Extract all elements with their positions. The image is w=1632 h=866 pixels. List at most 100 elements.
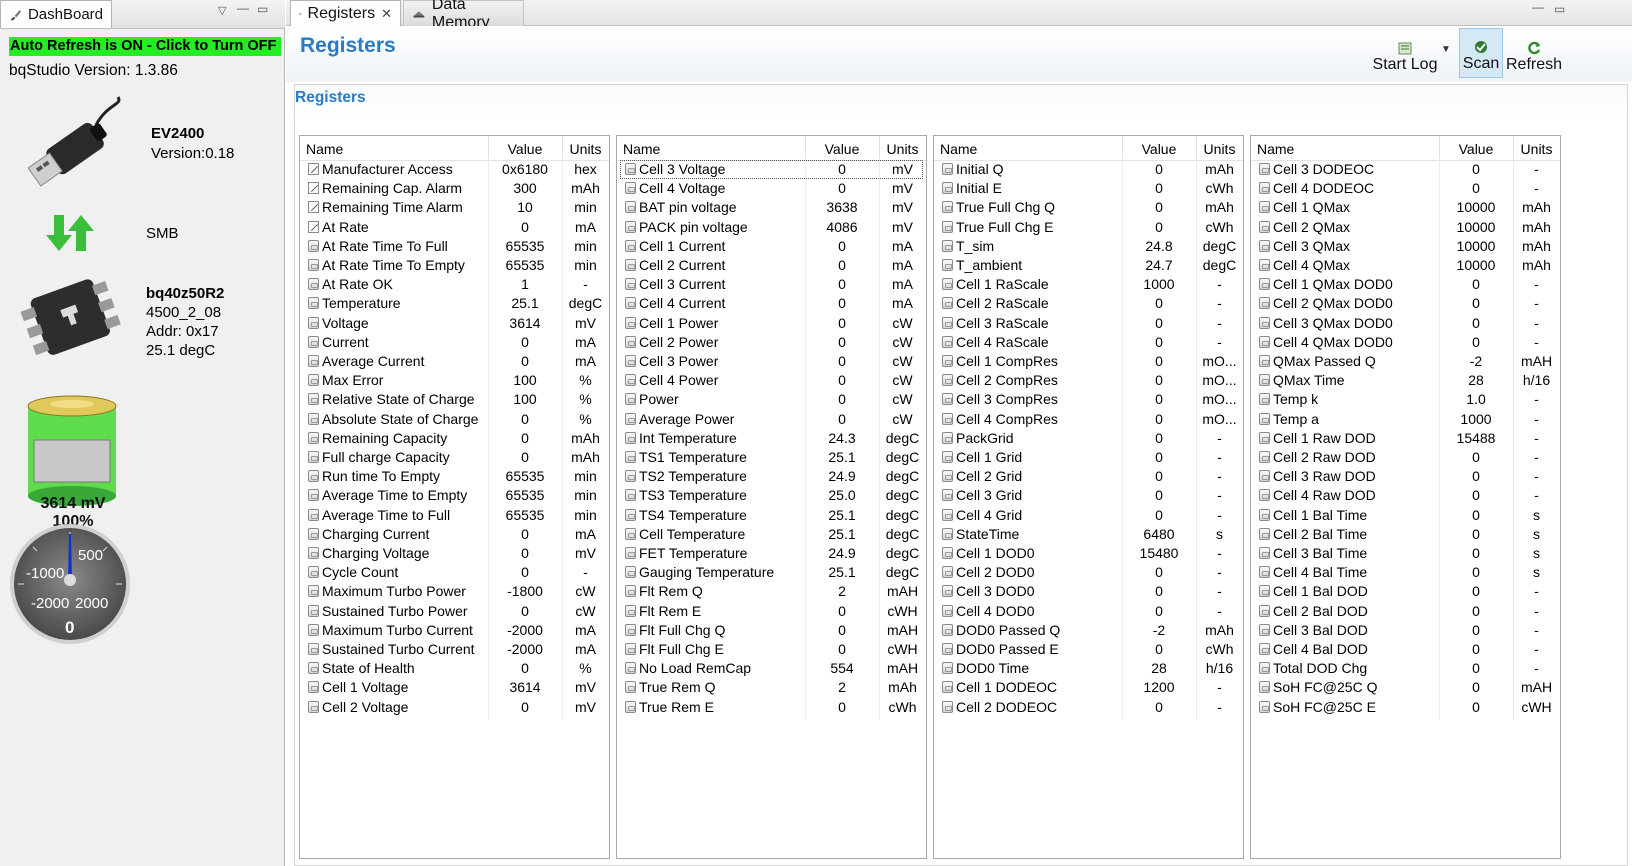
column-header-value[interactable]: Value (488, 141, 562, 157)
table-row[interactable]: Cell 3 QMax 10000 mAh (1251, 237, 1560, 256)
table-row[interactable]: Average Time to Empty 65535 min (300, 486, 609, 505)
table-row[interactable]: Temp k 1.0 - (1251, 390, 1560, 409)
table-row[interactable]: Cell 1 Bal DOD 0 - (1251, 582, 1560, 601)
table-row[interactable]: Cell 3 Power 0 cW (617, 352, 926, 371)
table-row[interactable]: At Rate 0 mA (300, 218, 609, 237)
table-row[interactable]: Cell 4 Grid 0 - (934, 506, 1243, 525)
table-row[interactable]: Cell 2 DOD0 0 - (934, 563, 1243, 582)
table-row[interactable]: Initial Q 0 mAh (934, 160, 1243, 179)
refresh-button[interactable]: Refresh (1505, 28, 1563, 78)
table-row[interactable]: Cycle Count 0 - (300, 563, 609, 582)
table-row[interactable]: Flt Rem Q 2 mAH (617, 582, 926, 601)
table-row[interactable]: Temp a 1000 - (1251, 410, 1560, 429)
table-row[interactable]: Average Time to Full 65535 min (300, 506, 609, 525)
table-row[interactable]: Cell 2 RaScale 0 - (934, 294, 1243, 313)
table-row[interactable]: Cell 4 QMax DOD0 0 - (1251, 333, 1560, 352)
table-row[interactable]: SoH FC@25C Q 0 mAH (1251, 678, 1560, 697)
table-row[interactable]: Max Error 100% (300, 371, 609, 390)
register-value[interactable]: 0x6180 (488, 161, 562, 177)
table-row[interactable]: True Full Chg E 0 cWh (934, 218, 1243, 237)
table-row[interactable]: Sustained Turbo Power 0 cW (300, 602, 609, 621)
register-table-1[interactable]: Name Value Units Manufacturer Access 0x6180 h… (299, 135, 610, 859)
table-row[interactable]: Cell 1 QMax 10000 mAh (1251, 198, 1560, 217)
table-row[interactable]: True Rem Q 2 mAh (617, 678, 926, 697)
maximize-icon[interactable]: ▭ (257, 2, 268, 16)
column-header-units[interactable]: Units (1513, 141, 1560, 157)
table-row[interactable]: Cell 2 DODEOC 0 - (934, 698, 1243, 717)
table-row[interactable]: Remaining Capacity 0 mAh (300, 429, 609, 448)
table-row[interactable]: DOD0 Passed E 0 cWh (934, 640, 1243, 659)
table-row[interactable]: Remaining Cap. Alarm 300 mAh (300, 179, 609, 198)
table-row[interactable]: Absolute State of Charge 0% (300, 410, 609, 429)
table-row[interactable]: Cell 1 Raw DOD 15488 - (1251, 429, 1560, 448)
table-row[interactable]: Remaining Time Alarm 10 min (300, 198, 609, 217)
column-header-value[interactable]: Value (1122, 141, 1196, 157)
table-row[interactable]: Cell 4 Current 0 mA (617, 294, 926, 313)
table-row[interactable]: PACK pin voltage 4086 mV (617, 218, 926, 237)
table-row[interactable]: Cell 4 Bal Time 0 s (1251, 563, 1560, 582)
register-value[interactable]: 10 (488, 199, 562, 215)
table-row[interactable]: Cell 1 Grid 0 - (934, 448, 1243, 467)
table-row[interactable]: State of Health 0% (300, 659, 609, 678)
table-row[interactable]: Cell 3 Bal DOD 0 - (1251, 621, 1560, 640)
table-row[interactable]: Cell 2 QMax DOD0 0 - (1251, 294, 1560, 313)
table-row[interactable]: Cell 1 Current 0 mA (617, 237, 926, 256)
column-header-name[interactable]: Name (1257, 141, 1294, 157)
register-table-4[interactable]: Name Value Units Cell 3 DODEOC 0- Cell 4 DODE… (1250, 135, 1561, 859)
table-row[interactable]: Cell 2 CompRes 0 mO... (934, 371, 1243, 390)
column-header-name[interactable]: Name (940, 141, 977, 157)
table-row[interactable]: TS2 Temperature 24.9 degC (617, 467, 926, 486)
column-header-name[interactable]: Name (623, 141, 660, 157)
column-header-units[interactable]: Units (562, 141, 609, 157)
table-row[interactable]: T_ambient 24.7 degC (934, 256, 1243, 275)
table-row[interactable]: Temperature 25.1 degC (300, 294, 609, 313)
table-row[interactable]: Gauging Temperature 25.1 degC (617, 563, 926, 582)
column-header-units[interactable]: Units (879, 141, 926, 157)
table-row[interactable]: Cell 4 Raw DOD 0 - (1251, 486, 1560, 505)
table-row[interactable]: Cell 4 Bal DOD 0 - (1251, 640, 1560, 659)
table-row[interactable]: Cell 4 DODEOC 0 - (1251, 179, 1560, 198)
table-row[interactable]: Cell 4 Voltage 0 mV (617, 179, 926, 198)
table-row[interactable]: Full charge Capacity 0 mAh (300, 448, 609, 467)
table-row[interactable]: Initial E 0 cWh (934, 179, 1243, 198)
table-row[interactable]: Cell 2 Raw DOD 0 - (1251, 448, 1560, 467)
table-row[interactable]: DOD0 Time 28 h/16 (934, 659, 1243, 678)
table-row[interactable]: Cell 4 DOD0 0 - (934, 602, 1243, 621)
table-row[interactable]: Voltage 3614 mV (300, 314, 609, 333)
register-table-3[interactable]: Name Value Units Initial Q 0 mAh Initial E 0 cWh… (933, 135, 1244, 859)
table-row[interactable]: Cell 3 Bal Time 0 s (1251, 544, 1560, 563)
table-row[interactable]: Cell 3 DOD0 0 - (934, 582, 1243, 601)
column-header-value[interactable]: Value (805, 141, 879, 157)
minimize-icon[interactable]: — (237, 1, 249, 15)
table-row[interactable]: Cell 1 Power 0 cW (617, 314, 926, 333)
table-row[interactable]: DOD0 Passed Q -2 mAh (934, 621, 1243, 640)
scan-button[interactable]: Scan (1459, 28, 1503, 78)
table-row[interactable]: TS4 Temperature 25.1 degC (617, 506, 926, 525)
table-row[interactable]: At Rate OK 1 - (300, 275, 609, 294)
table-row[interactable]: At Rate Time To Full 65535 min (300, 237, 609, 256)
table-row[interactable]: Charging Voltage 0 mV (300, 544, 609, 563)
column-header-name[interactable]: Name (306, 141, 343, 157)
table-row[interactable]: True Rem E 0 cWh (617, 698, 926, 717)
table-row[interactable]: Cell 3 DODEOC 0 - (1251, 160, 1560, 179)
table-row[interactable]: Current 0 mA (300, 333, 609, 352)
table-row[interactable]: Flt Full Chg Q 0 mAH (617, 621, 926, 640)
table-row[interactable]: At Rate Time To Empty 65535 min (300, 256, 609, 275)
table-row[interactable]: Charging Current 0 mA (300, 525, 609, 544)
table-row[interactable]: Cell 2 QMax 10000 mAh (1251, 218, 1560, 237)
start-log-button[interactable]: Start Log (1361, 28, 1449, 78)
table-row[interactable]: QMax Time 28 h/16 (1251, 371, 1560, 390)
table-row[interactable]: Total DOD Chg 0 - (1251, 659, 1560, 678)
table-row[interactable]: Cell 1 CompRes 0 mO... (934, 352, 1243, 371)
table-row[interactable]: SoH FC@25C E 0 cWH (1251, 698, 1560, 717)
register-value[interactable]: 0 (488, 219, 562, 235)
table-row[interactable]: Cell 3 CompRes 0 mO... (934, 390, 1243, 409)
column-header-value[interactable]: Value (1439, 141, 1513, 157)
table-row[interactable]: Cell 1 QMax DOD0 0 - (1251, 275, 1560, 294)
close-icon[interactable]: ✕ (381, 6, 392, 22)
table-row[interactable]: Relative State of Charge 100% (300, 390, 609, 409)
table-row[interactable]: Cell 1 Voltage 3614 mV (300, 678, 609, 697)
table-row[interactable]: TS1 Temperature 25.1 degC (617, 448, 926, 467)
table-row[interactable]: Run time To Empty 65535 min (300, 467, 609, 486)
table-row[interactable]: StateTime 6480 s (934, 525, 1243, 544)
